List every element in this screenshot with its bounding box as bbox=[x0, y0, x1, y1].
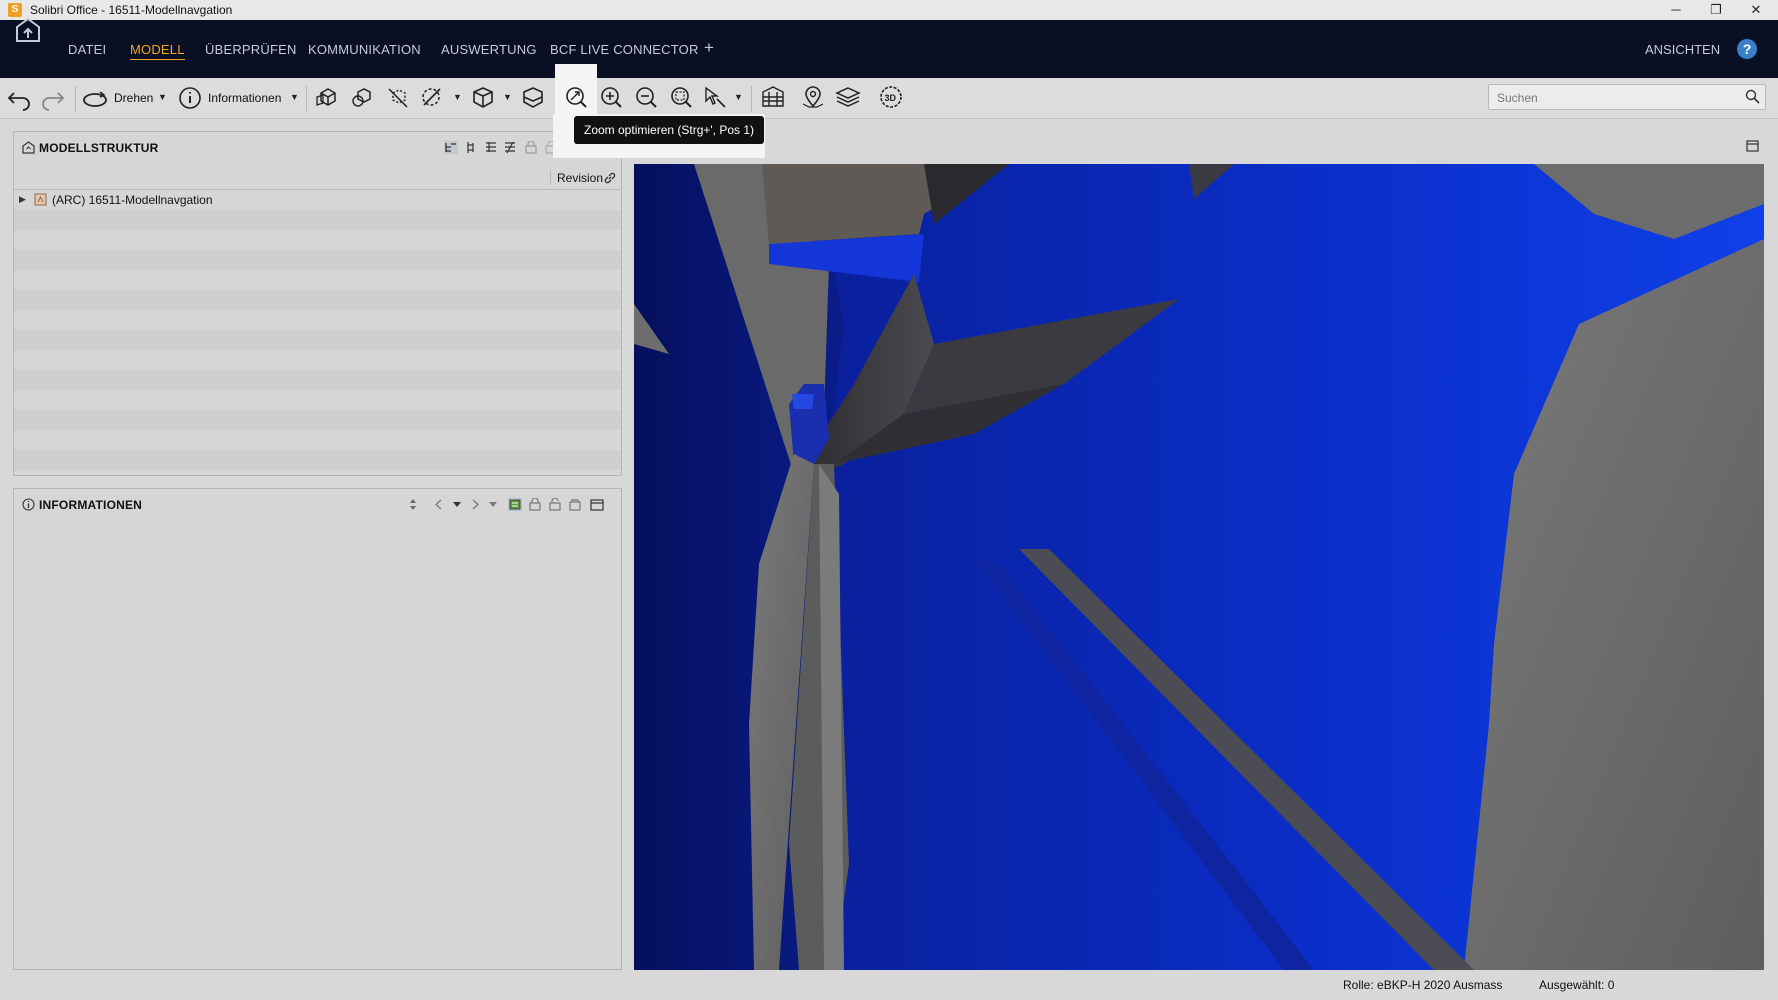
hide-icon[interactable] bbox=[385, 85, 411, 109]
status-selected-count: Ausgewählt: 0 bbox=[1539, 978, 1615, 992]
toolbar-separator bbox=[306, 86, 307, 112]
view-tab-row: 3D bbox=[634, 131, 1764, 161]
visibility-filter-icon[interactable] bbox=[420, 85, 446, 109]
revision-row: Revision bbox=[14, 167, 621, 190]
3d-viewport[interactable] bbox=[634, 164, 1764, 970]
tab-bcf-live-connector[interactable]: BCF LIVE CONNECTOR bbox=[550, 42, 699, 57]
tab-datei[interactable]: DATEI bbox=[68, 42, 106, 57]
tab-kommunikation[interactable]: KOMMUNIKATION bbox=[308, 42, 421, 57]
lock-icon[interactable] bbox=[524, 141, 538, 154]
close-button[interactable]: ✕ bbox=[1736, 0, 1776, 20]
zoom-in-icon[interactable] bbox=[598, 85, 624, 109]
unlock-icon[interactable] bbox=[548, 498, 562, 511]
select-components-icon[interactable] bbox=[315, 85, 341, 109]
previous-icon[interactable] bbox=[432, 498, 446, 511]
tab-modell[interactable]: MODELL bbox=[130, 42, 185, 60]
tree-item-model[interactable]: ▶ (ARC) 16511-Modellnavgation bbox=[14, 190, 621, 210]
isolate-icon[interactable] bbox=[350, 85, 376, 109]
search-icon[interactable] bbox=[1745, 89, 1760, 104]
zoom-fit-icon[interactable] bbox=[563, 85, 589, 109]
search-box[interactable] bbox=[1488, 84, 1766, 110]
tab-auswertung[interactable]: AUSWERTUNG bbox=[441, 42, 537, 57]
info-icon[interactable] bbox=[177, 85, 203, 109]
rotate-icon[interactable] bbox=[82, 87, 108, 111]
tree-empty-row bbox=[14, 370, 621, 390]
view-dropdown-icon[interactable]: ▼ bbox=[503, 92, 512, 102]
home-icon[interactable] bbox=[14, 16, 42, 44]
tab-ueberpruefen[interactable]: ÜBERPRÜFEN bbox=[205, 42, 297, 57]
tree-expand-icon[interactable]: ▶ bbox=[19, 194, 26, 205]
help-icon[interactable]: ? bbox=[1737, 39, 1757, 59]
toolbar-separator bbox=[75, 86, 76, 112]
svg-text:3D: 3D bbox=[885, 93, 897, 103]
status-role[interactable]: Rolle: eBKP-H 2020 Ausmass bbox=[1343, 978, 1502, 992]
views-menu[interactable]: ANSICHTEN bbox=[1645, 42, 1720, 57]
redo-icon[interactable] bbox=[40, 87, 66, 111]
lock-icon[interactable] bbox=[528, 498, 542, 511]
rotate-button[interactable]: Drehen bbox=[114, 91, 153, 105]
search-input[interactable] bbox=[1495, 88, 1739, 107]
model-file-icon bbox=[34, 193, 47, 206]
information-icon bbox=[22, 498, 35, 511]
view-cube-icon[interactable] bbox=[470, 85, 496, 109]
zoom-out-icon[interactable] bbox=[633, 85, 659, 109]
tree-empty-row bbox=[14, 290, 621, 310]
undo-icon[interactable] bbox=[6, 87, 32, 111]
3d-scene[interactable] bbox=[634, 164, 1764, 970]
add-tab-button[interactable]: + bbox=[704, 38, 714, 58]
sort-icon[interactable] bbox=[406, 498, 420, 511]
tree-empty-row bbox=[14, 250, 621, 270]
3d-settings-icon[interactable]: 3D bbox=[878, 85, 904, 109]
hierarchy-icon[interactable] bbox=[465, 141, 479, 154]
information-title: INFORMATIONEN bbox=[39, 498, 143, 512]
status-bar bbox=[0, 976, 1778, 1000]
information-button[interactable]: Informationen bbox=[208, 91, 281, 105]
tree-empty-row bbox=[14, 210, 621, 230]
information-header: INFORMATIONEN bbox=[14, 489, 621, 519]
model-structure-header: MODELLSTRUKTUR bbox=[14, 132, 621, 162]
minimize-button[interactable]: ─ bbox=[1656, 0, 1696, 20]
visibility-dropdown-icon[interactable]: ▼ bbox=[453, 92, 462, 102]
tree-empty-row bbox=[14, 450, 621, 470]
grid-icon[interactable] bbox=[760, 85, 786, 109]
information-dropdown-icon[interactable]: ▼ bbox=[290, 92, 299, 102]
tree-empty-row bbox=[14, 330, 621, 350]
zoom-selection-icon[interactable] bbox=[668, 85, 694, 109]
layers-icon[interactable] bbox=[835, 85, 861, 109]
app-logo: S bbox=[8, 3, 22, 17]
properties-icon[interactable] bbox=[508, 498, 522, 511]
restore-button[interactable]: ❐ bbox=[1696, 0, 1736, 20]
selection-tool-icon[interactable] bbox=[703, 85, 729, 109]
title-bar bbox=[0, 0, 1778, 20]
history-forward-dropdown-icon[interactable] bbox=[486, 498, 500, 511]
export-icon[interactable] bbox=[568, 498, 582, 511]
model-structure-title: MODELLSTRUKTUR bbox=[39, 141, 159, 155]
tree-empty-row bbox=[14, 410, 621, 430]
classification-icon[interactable] bbox=[503, 141, 517, 154]
link-icon[interactable] bbox=[603, 171, 617, 185]
history-back-dropdown-icon[interactable] bbox=[450, 498, 464, 511]
toolbar-separator bbox=[751, 86, 752, 112]
zoom-fit-tooltip: Zoom optimieren (Strg+', Pos 1) bbox=[574, 116, 765, 144]
maximize-panel-icon[interactable] bbox=[590, 498, 604, 511]
group-icon[interactable] bbox=[484, 141, 498, 154]
information-panel: INFORMATIONEN bbox=[13, 488, 622, 970]
selection-dropdown-icon[interactable]: ▼ bbox=[734, 92, 743, 102]
rotate-dropdown-icon[interactable]: ▼ bbox=[158, 92, 167, 102]
location-icon[interactable] bbox=[800, 85, 826, 109]
revision-column-header[interactable]: Revision bbox=[550, 171, 603, 185]
section-box-icon[interactable] bbox=[520, 85, 546, 109]
model-structure-panel: MODELLSTRUKTUR Revision ▶ (ARC) 16511-Mo… bbox=[13, 131, 622, 476]
window-title: Solibri Office - 16511-Modellnavgation bbox=[30, 3, 233, 17]
tree-item-label: (ARC) 16511-Modellnavgation bbox=[52, 193, 213, 207]
maximize-view-icon[interactable] bbox=[1746, 140, 1759, 152]
next-icon[interactable] bbox=[468, 498, 482, 511]
tree-view-icon[interactable] bbox=[444, 141, 458, 154]
model-structure-icon bbox=[22, 141, 35, 154]
